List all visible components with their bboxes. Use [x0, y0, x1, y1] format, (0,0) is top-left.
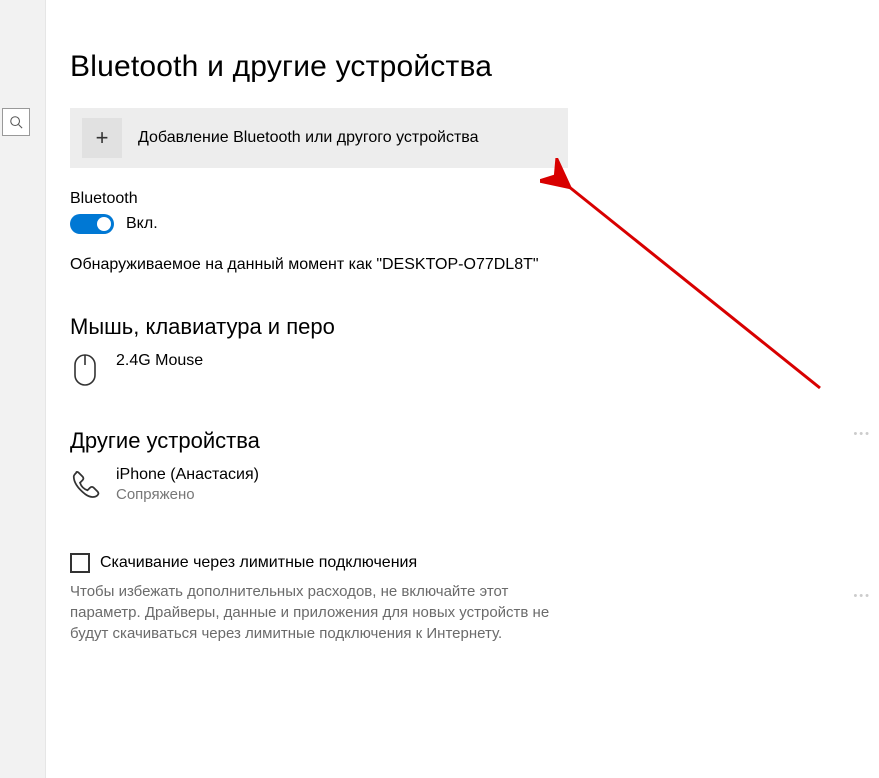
phone-icon — [70, 466, 100, 502]
discoverable-text: Обнаруживаемое на данный момент как "DES… — [70, 256, 855, 274]
metered-checkbox[interactable] — [70, 553, 90, 573]
metered-label: Скачивание через лимитные подключения — [100, 554, 417, 572]
left-rail — [0, 0, 46, 778]
bluetooth-label: Bluetooth — [70, 190, 855, 208]
device-phone-name: iPhone (Анастасия) — [116, 466, 259, 484]
bluetooth-state: Вкл. — [126, 215, 158, 233]
toggle-knob — [97, 217, 111, 231]
bluetooth-toggle[interactable] — [70, 214, 114, 234]
page-title: Bluetooth и другие устройства — [70, 50, 855, 84]
main-content: Bluetooth и другие устройства + Добавлен… — [46, 0, 879, 778]
metered-checkbox-row[interactable]: Скачивание через лимитные подключения — [70, 553, 855, 573]
add-device-label: Добавление Bluetooth или другого устройс… — [138, 129, 479, 147]
watermark: ••• — [853, 428, 871, 440]
section-mouse-keyboard-pen: Мышь, клавиатура и перо — [70, 314, 855, 340]
metered-hint: Чтобы избежать дополнительных расходов, … — [70, 581, 550, 644]
search-icon — [9, 115, 23, 129]
bluetooth-toggle-row: Вкл. — [70, 214, 855, 234]
device-mouse-name: 2.4G Mouse — [116, 352, 203, 370]
add-device-button[interactable]: + Добавление Bluetooth или другого устро… — [70, 108, 568, 168]
device-phone-status: Сопряжено — [116, 486, 259, 503]
device-phone[interactable]: iPhone (Анастасия) Сопряжено — [70, 466, 855, 503]
mouse-icon — [70, 352, 100, 388]
plus-icon: + — [82, 118, 122, 158]
section-other-devices: Другие устройства — [70, 428, 855, 454]
search-input[interactable] — [2, 108, 30, 136]
device-mouse[interactable]: 2.4G Mouse — [70, 352, 855, 388]
watermark: ••• — [853, 590, 871, 602]
